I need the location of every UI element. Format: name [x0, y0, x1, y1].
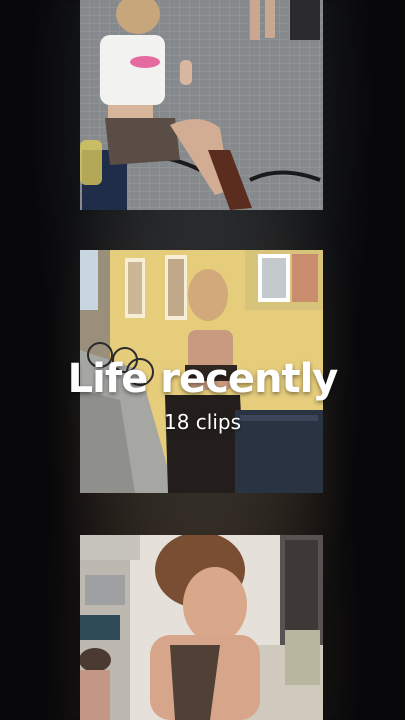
clip-thumbnail-3[interactable]: [80, 535, 323, 720]
clip-1-image: [80, 0, 323, 210]
video-title: Life recently: [67, 356, 339, 402]
clip-count-label: 18 clips: [163, 410, 242, 434]
clip-thumbnail-1[interactable]: [80, 0, 323, 210]
clip-3-image: [80, 535, 323, 720]
